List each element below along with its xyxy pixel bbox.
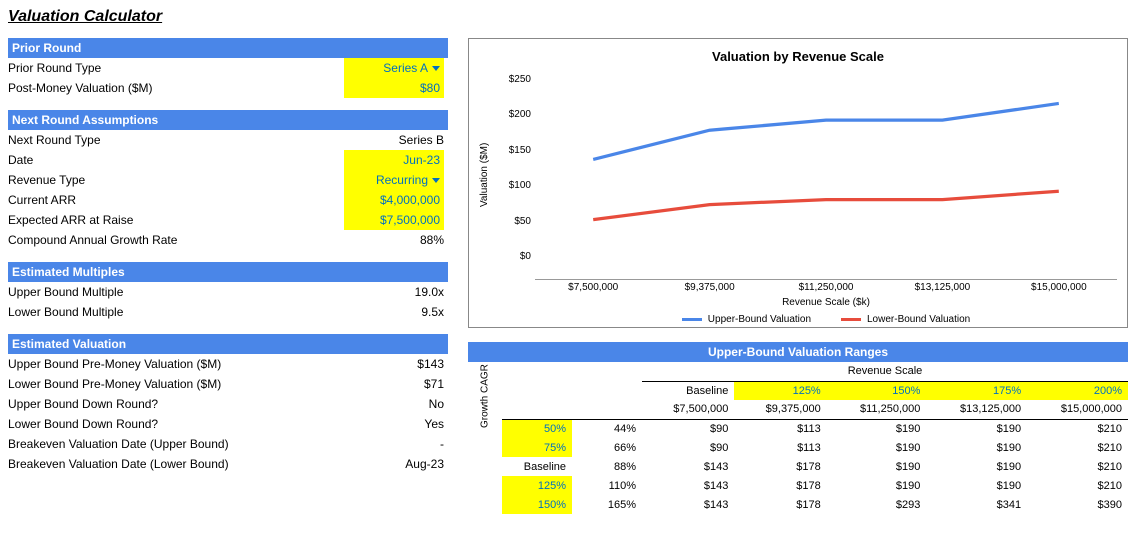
chart-title: Valuation by Revenue Scale bbox=[479, 49, 1117, 64]
next-round-type-label: Next Round Type bbox=[8, 133, 101, 147]
cagr-value: 88% bbox=[344, 233, 444, 247]
chart-lines bbox=[535, 70, 1117, 279]
col-value: $11,250,000 bbox=[827, 400, 927, 419]
breakeven-upper-value: - bbox=[344, 437, 444, 451]
chevron-down-icon bbox=[432, 178, 440, 183]
rev-type-select[interactable]: Recurring bbox=[344, 170, 444, 190]
chart-x-axis-label: Revenue Scale ($k) bbox=[535, 297, 1117, 308]
legend-swatch-icon bbox=[682, 318, 702, 321]
legend-item-upper: Upper-Bound Valuation bbox=[682, 314, 811, 325]
multiples-header: Estimated Multiples bbox=[8, 262, 448, 282]
chart-y-ticks: $250 $200 $150 $100 $50 $0 bbox=[495, 70, 535, 280]
breakeven-lower-value: Aug-23 bbox=[344, 457, 444, 471]
cagr-axis-label: Growth CAGR bbox=[468, 362, 502, 514]
cagr-label: Compound Annual Growth Rate bbox=[8, 233, 177, 247]
upper-down-value: No bbox=[344, 397, 444, 411]
next-round-type-value: Series B bbox=[344, 133, 444, 147]
col-header: 125% bbox=[734, 381, 826, 400]
post-money-label: Post-Money Valuation ($M) bbox=[8, 81, 153, 95]
chart-legend: Upper-Bound Valuation Lower-Bound Valuat… bbox=[535, 314, 1117, 325]
prior-round-type-label: Prior Round Type bbox=[8, 61, 101, 75]
breakeven-upper-label: Breakeven Valuation Date (Upper Bound) bbox=[8, 437, 229, 451]
col-value: $9,375,000 bbox=[734, 400, 826, 419]
upper-mult-value: 19.0x bbox=[344, 285, 444, 299]
col-value: $13,125,000 bbox=[926, 400, 1027, 419]
date-label: Date bbox=[8, 153, 33, 167]
legend-item-lower: Lower-Bound Valuation bbox=[841, 314, 970, 325]
valuation-header: Estimated Valuation bbox=[8, 334, 448, 354]
date-input[interactable]: Jun-23 bbox=[344, 150, 444, 170]
upper-down-label: Upper Bound Down Round? bbox=[8, 397, 158, 411]
table-row: Baseline 88% $143 $178 $190 $190 $210 bbox=[468, 457, 1128, 476]
lower-mult-label: Lower Bound Multiple bbox=[8, 305, 123, 319]
chart-x-ticks: $7,500,000 $9,375,000 $11,250,000 $13,12… bbox=[535, 282, 1117, 293]
legend-swatch-icon bbox=[841, 318, 861, 321]
breakeven-lower-label: Breakeven Valuation Date (Lower Bound) bbox=[8, 457, 229, 471]
col-header: Baseline bbox=[642, 381, 734, 400]
next-round-header: Next Round Assumptions bbox=[8, 110, 448, 130]
col-header: 150% bbox=[827, 381, 927, 400]
revenue-scale-label: Revenue Scale bbox=[642, 362, 1128, 381]
lower-pm-label: Lower Bound Pre-Money Valuation ($M) bbox=[8, 377, 221, 391]
post-money-input[interactable]: $80 bbox=[344, 78, 444, 98]
lower-down-value: Yes bbox=[344, 417, 444, 431]
current-arr-label: Current ARR bbox=[8, 193, 76, 207]
lower-pm-value: $71 bbox=[344, 377, 444, 391]
rev-type-label: Revenue Type bbox=[8, 173, 85, 187]
page-title: Valuation Calculator bbox=[8, 8, 1134, 26]
upper-pm-value: $143 bbox=[344, 357, 444, 371]
table-row: 150% 165% $143 $178 $293 $341 $390 bbox=[468, 495, 1128, 514]
lower-mult-value: 9.5x bbox=[344, 305, 444, 319]
col-value: $15,000,000 bbox=[1027, 400, 1128, 419]
upper-pm-label: Upper Bound Pre-Money Valuation ($M) bbox=[8, 357, 221, 371]
inputs-panel: Prior Round Prior Round Type Series A Po… bbox=[8, 38, 448, 514]
chart-y-axis-label: Valuation ($M) bbox=[479, 70, 495, 280]
ranges-table: Growth CAGR Revenue Scale Baseline 125% … bbox=[468, 362, 1128, 514]
lower-down-label: Lower Bound Down Round? bbox=[8, 417, 158, 431]
ranges-header: Upper-Bound Valuation Ranges bbox=[468, 342, 1128, 362]
col-value: $7,500,000 bbox=[642, 400, 734, 419]
table-row: 75% 66% $90 $113 $190 $190 $210 bbox=[468, 438, 1128, 457]
chevron-down-icon bbox=[432, 66, 440, 71]
upper-mult-label: Upper Bound Multiple bbox=[8, 285, 123, 299]
col-header: 200% bbox=[1027, 381, 1128, 400]
valuation-chart: Valuation by Revenue Scale Valuation ($M… bbox=[468, 38, 1128, 328]
col-header: 175% bbox=[926, 381, 1027, 400]
rev-type-value: Recurring bbox=[376, 173, 428, 187]
expected-arr-label: Expected ARR at Raise bbox=[8, 213, 133, 227]
prior-round-type-value: Series A bbox=[383, 61, 428, 75]
prior-round-type-select[interactable]: Series A bbox=[344, 58, 444, 78]
table-row: 50% 44% $90 $113 $190 $190 $210 bbox=[468, 419, 1128, 438]
table-row: 125% 110% $143 $178 $190 $190 $210 bbox=[468, 476, 1128, 495]
chart-plot-area bbox=[535, 70, 1117, 280]
expected-arr-input[interactable]: $7,500,000 bbox=[344, 210, 444, 230]
prior-round-header: Prior Round bbox=[8, 38, 448, 58]
current-arr-input[interactable]: $4,000,000 bbox=[344, 190, 444, 210]
